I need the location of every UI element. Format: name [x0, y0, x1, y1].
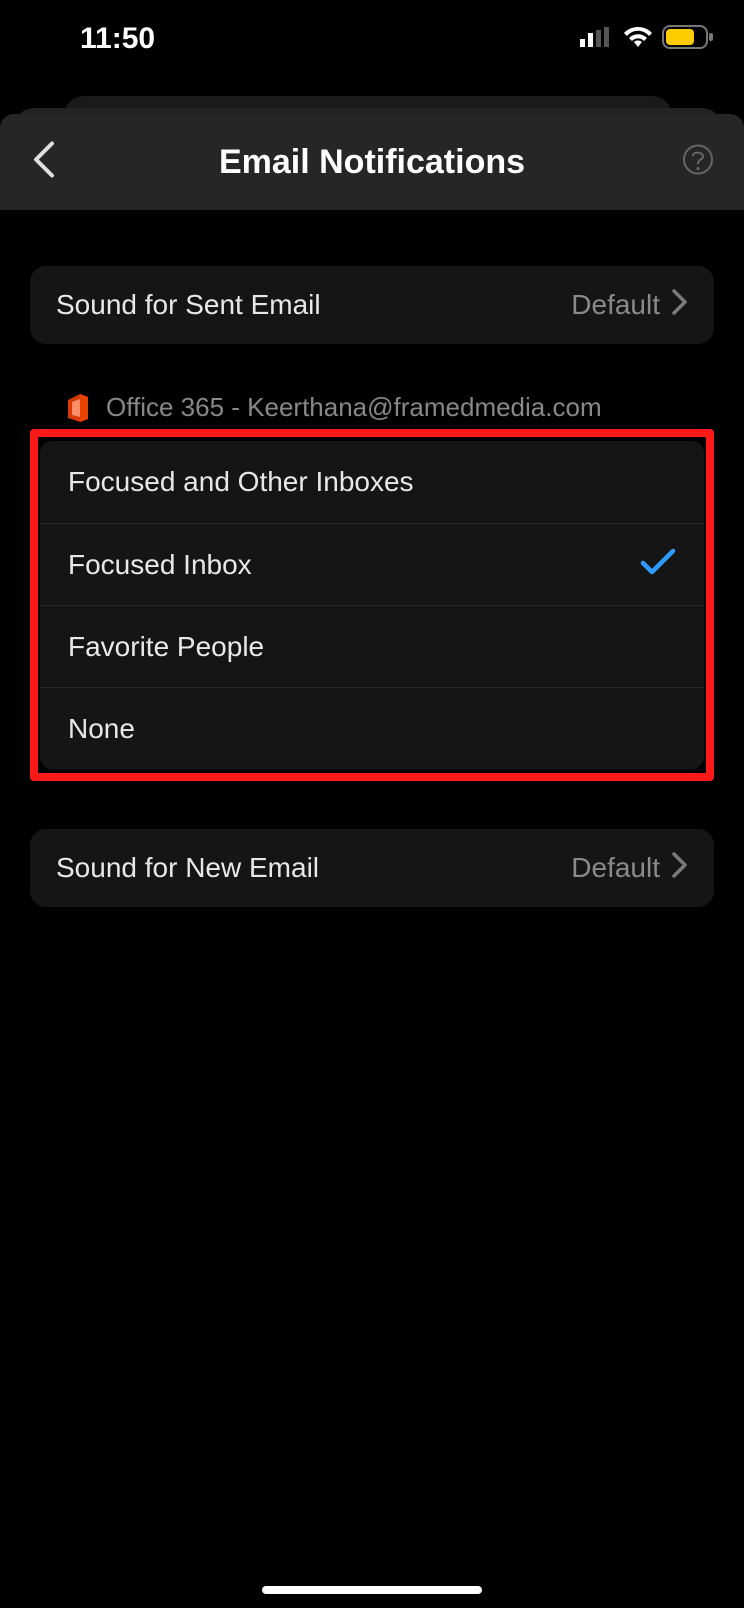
status-indicators — [580, 25, 714, 54]
notification-options-group: Focused and Other Inboxes Focused Inbox … — [40, 441, 704, 769]
highlight-annotation: Focused and Other Inboxes Focused Inbox … — [30, 429, 714, 781]
help-icon — [682, 144, 714, 176]
sound-sent-value-wrap: Default — [571, 289, 688, 322]
sound-new-value: Default — [571, 852, 660, 884]
option-favorite-people-label: Favorite People — [68, 631, 264, 663]
sound-sent-value: Default — [571, 289, 660, 321]
sound-new-cell[interactable]: Sound for New Email Default — [30, 829, 714, 907]
sound-sent-label: Sound for Sent Email — [56, 289, 321, 321]
wifi-icon — [622, 26, 654, 53]
option-none[interactable]: None — [40, 687, 704, 769]
chevron-right-icon — [672, 289, 688, 322]
page-title: Email Notifications — [219, 143, 525, 182]
option-focused-and-other[interactable]: Focused and Other Inboxes — [40, 441, 704, 523]
sound-sent-cell[interactable]: Sound for Sent Email Default — [30, 266, 714, 344]
cellular-icon — [580, 27, 614, 52]
page-header: Email Notifications — [0, 114, 744, 210]
sound-new-group: Sound for New Email Default — [30, 829, 714, 907]
status-time: 11:50 — [80, 22, 155, 56]
status-bar: 11:50 — [0, 12, 744, 66]
option-favorite-people[interactable]: Favorite People — [40, 605, 704, 687]
option-none-label: None — [68, 713, 135, 745]
account-section-header: Office 365 - Keerthana@framedmedia.com — [30, 392, 714, 423]
sound-new-label: Sound for New Email — [56, 852, 319, 884]
office-icon — [66, 394, 90, 422]
option-focused-inbox-label: Focused Inbox — [68, 549, 252, 581]
account-label: Office 365 - Keerthana@framedmedia.com — [106, 392, 602, 423]
sound-sent-group: Sound for Sent Email Default — [30, 266, 714, 344]
battery-icon — [662, 25, 714, 54]
option-focused-inbox[interactable]: Focused Inbox — [40, 523, 704, 605]
option-focused-and-other-label: Focused and Other Inboxes — [68, 466, 414, 498]
help-button[interactable] — [682, 144, 714, 181]
back-button[interactable] — [30, 140, 58, 185]
checkmark-icon — [640, 548, 676, 581]
chevron-left-icon — [30, 140, 58, 180]
chevron-right-icon — [672, 852, 688, 885]
sound-new-value-wrap: Default — [571, 852, 688, 885]
home-indicator[interactable] — [262, 1586, 482, 1594]
